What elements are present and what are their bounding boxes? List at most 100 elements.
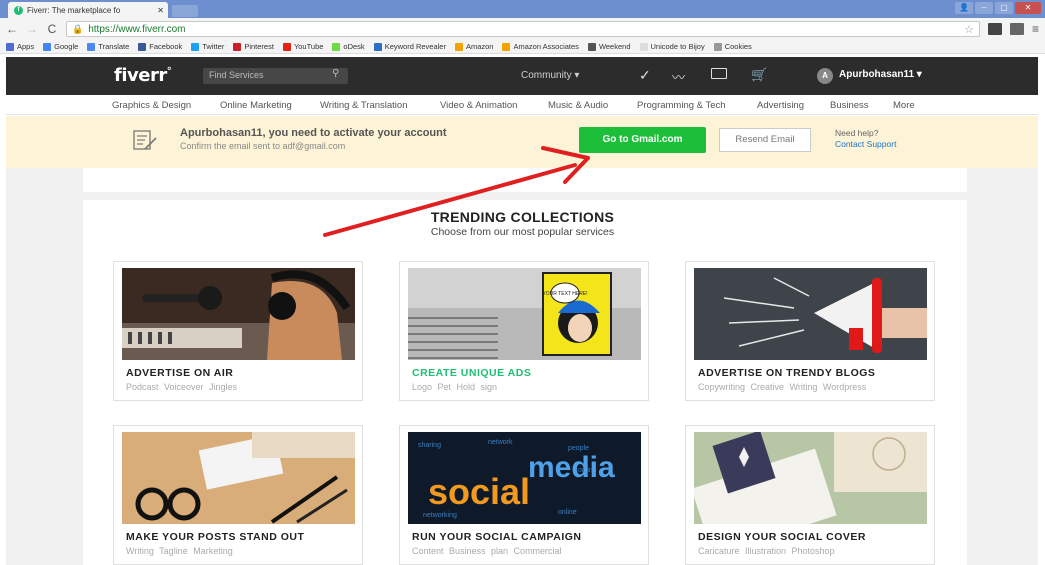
media-word: media	[528, 451, 615, 484]
collection-card-advertise-on-trendy-blogs[interactable]: ADVERTISE ON TRENDY BLOGS Copywriting Cr…	[685, 261, 935, 401]
category-link[interactable]: Video & Animation	[440, 100, 517, 111]
browser-toolbar: ← → C 🔒 https://www.fiverr.com ☆ ≡	[0, 18, 1045, 40]
chrome-menu-icon[interactable]: ≡	[1032, 22, 1039, 36]
bookmark-item[interactable]: Cookies	[713, 42, 752, 51]
desk-notebook-image	[122, 432, 355, 524]
poster-ad-image: YOUR TEXT HERE!	[408, 268, 641, 360]
poster-text: YOUR TEXT HERE!	[542, 291, 587, 297]
bookmark-favicon-icon	[639, 42, 648, 51]
username-menu[interactable]: Apurbohasan11 ▾	[839, 69, 922, 80]
svg-text:sharing: sharing	[418, 442, 441, 449]
card-title: MAKE YOUR POSTS STAND OUT	[126, 531, 305, 543]
collection-card-run-your-social-campaign[interactable]: sharing network people online networking onl…	[399, 425, 649, 565]
extension-icon[interactable]	[987, 23, 1002, 35]
bookmark-item[interactable]: Facebook	[138, 42, 182, 51]
bookmark-favicon-icon	[6, 42, 14, 51]
card-tags: Logo Pet Hold sign	[412, 382, 498, 392]
category-nav: Graphics & Design Online Marketing Writing…	[6, 95, 1038, 115]
profile-icon[interactable]: 👤	[955, 2, 973, 14]
bookmark-item[interactable]: YouTube	[282, 42, 323, 51]
trending-subtitle: Choose from our most popular services	[430, 226, 615, 238]
card-tags: Podcast Voiceover Jingles	[126, 382, 238, 392]
bookmark-label: Apps	[17, 42, 35, 51]
activation-banner: Apurbohasan11, you need to activate your…	[6, 116, 1038, 168]
svg-text:networking: networking	[423, 512, 457, 519]
bookmark-star-icon[interactable]: ☆	[964, 23, 974, 36]
bookmark-item[interactable]: Amazon	[454, 42, 494, 51]
bookmark-label: Amazon	[465, 42, 494, 51]
bookmark-label: Pinterest	[244, 42, 274, 51]
bookmark-label: Amazon Associates	[513, 42, 579, 51]
close-window-icon[interactable]: ✕	[1015, 2, 1041, 14]
tab-title: Fiverr: The marketplace fo	[27, 5, 121, 15]
bookmark-favicon-icon	[587, 42, 596, 51]
category-link[interactable]: Writing & Translation	[320, 100, 407, 111]
top-card	[83, 168, 967, 192]
inbox-icon[interactable]	[711, 68, 727, 79]
category-link[interactable]: More	[893, 100, 915, 111]
community-menu[interactable]: Community ▾	[521, 70, 579, 81]
bookmark-label: Google	[54, 42, 79, 51]
card-title: RUN YOUR SOCIAL CAMPAIGN	[412, 531, 582, 543]
category-link[interactable]: Programming & Tech	[637, 100, 726, 111]
bookmark-item[interactable]: Amazon Associates	[502, 42, 579, 51]
category-link[interactable]: Online Marketing	[220, 100, 292, 111]
check-icon[interactable]: ✓	[639, 67, 651, 84]
category-link[interactable]: Advertising	[757, 100, 804, 111]
bookmark-item[interactable]: Google	[43, 42, 78, 51]
bookmark-item[interactable]: Pinterest	[233, 42, 274, 51]
bookmark-label: Keyword Revealer	[384, 42, 446, 51]
address-bar[interactable]: 🔒 https://www.fiverr.com ☆	[66, 21, 980, 37]
bookmark-label: Facebook	[149, 42, 183, 51]
card-tags: Writing Tagline Marketing	[126, 546, 233, 556]
bookmark-favicon-icon	[191, 42, 200, 51]
new-tab-button[interactable]	[172, 5, 198, 17]
contact-support-link[interactable]: Contact Support	[835, 139, 896, 149]
category-link[interactable]: Graphics & Design	[112, 100, 191, 111]
collection-card-advertise-on-air[interactable]: ADVERTISE ON AIR Podcast Voiceover Jingl…	[113, 261, 363, 401]
resend-email-button[interactable]: Resend Email	[719, 128, 811, 152]
gmail-extension-icon[interactable]	[1009, 23, 1024, 35]
bookmark-item[interactable]: Keyword Revealer	[373, 42, 446, 51]
bookmark-favicon-icon	[502, 42, 511, 51]
card-title: ADVERTISE ON TRENDY BLOGS	[698, 367, 876, 379]
search-icon[interactable]: ⚲	[332, 68, 339, 79]
avatar[interactable]: A	[817, 68, 833, 84]
browser-title-bar: f Fiverr: The marketplace fo ✕ 👤 – ▢ ✕	[0, 0, 1045, 18]
bookmark-item[interactable]: Twitter	[191, 42, 224, 51]
help-label: Need help?	[835, 128, 879, 138]
bookmark-favicon-icon	[332, 42, 341, 51]
social-word: social	[428, 471, 530, 512]
bookmark-item[interactable]: Unicode to Bijoy	[639, 42, 705, 51]
browser-tab[interactable]: f Fiverr: The marketplace fo ✕	[8, 2, 168, 18]
search-input[interactable]: Find Services	[203, 68, 348, 84]
minimize-icon[interactable]: –	[975, 2, 993, 14]
bookmark-item[interactable]: Translate	[87, 42, 129, 51]
bookmark-label: Translate	[98, 42, 130, 51]
bookmark-favicon-icon	[454, 42, 463, 51]
bookmarks-bar: Apps Google Translate Facebook Twitter Pinter…	[0, 40, 1045, 54]
category-link[interactable]: Business	[830, 100, 869, 111]
activity-icon[interactable]: 〰	[672, 67, 685, 86]
fiverr-logo[interactable]: fiverr°	[114, 65, 172, 86]
bookmark-favicon-icon	[87, 42, 96, 51]
trending-title: TRENDING COLLECTIONS	[430, 209, 615, 225]
collection-card-design-your-social-cover[interactable]: DESIGN YOUR SOCIAL COVER Caricature Illu…	[685, 425, 935, 565]
bookmark-item[interactable]: Apps	[6, 42, 34, 51]
bookmark-label: Cookies	[724, 42, 752, 51]
bookmark-item[interactable]: Weekend	[587, 42, 631, 51]
forward-arrow-icon[interactable]: →	[26, 22, 38, 36]
reload-icon[interactable]: C	[46, 22, 58, 36]
collection-card-create-unique-ads[interactable]: YOUR TEXT HERE! CREATE UNIQUE ADS Logo P…	[399, 261, 649, 401]
banner-title: Apurbohasan11, you need to activate your…	[180, 127, 447, 139]
card-title: CREATE UNIQUE ADS	[412, 367, 532, 379]
collection-card-make-your-posts-stand-out[interactable]: MAKE YOUR POSTS STAND OUT Writing Taglin…	[113, 425, 363, 565]
bookmark-item[interactable]: oDesk	[332, 42, 365, 51]
go-to-gmail-button[interactable]: Go to Gmail.com	[579, 127, 706, 153]
maximize-icon[interactable]: ▢	[995, 2, 1013, 14]
bookmark-label: Unicode to Bijoy	[650, 42, 705, 51]
back-arrow-icon[interactable]: ←	[6, 22, 18, 36]
category-link[interactable]: Music & Audio	[548, 100, 608, 111]
close-tab-icon[interactable]: ✕	[157, 6, 168, 15]
cart-icon[interactable]: 🛒	[751, 67, 767, 83]
